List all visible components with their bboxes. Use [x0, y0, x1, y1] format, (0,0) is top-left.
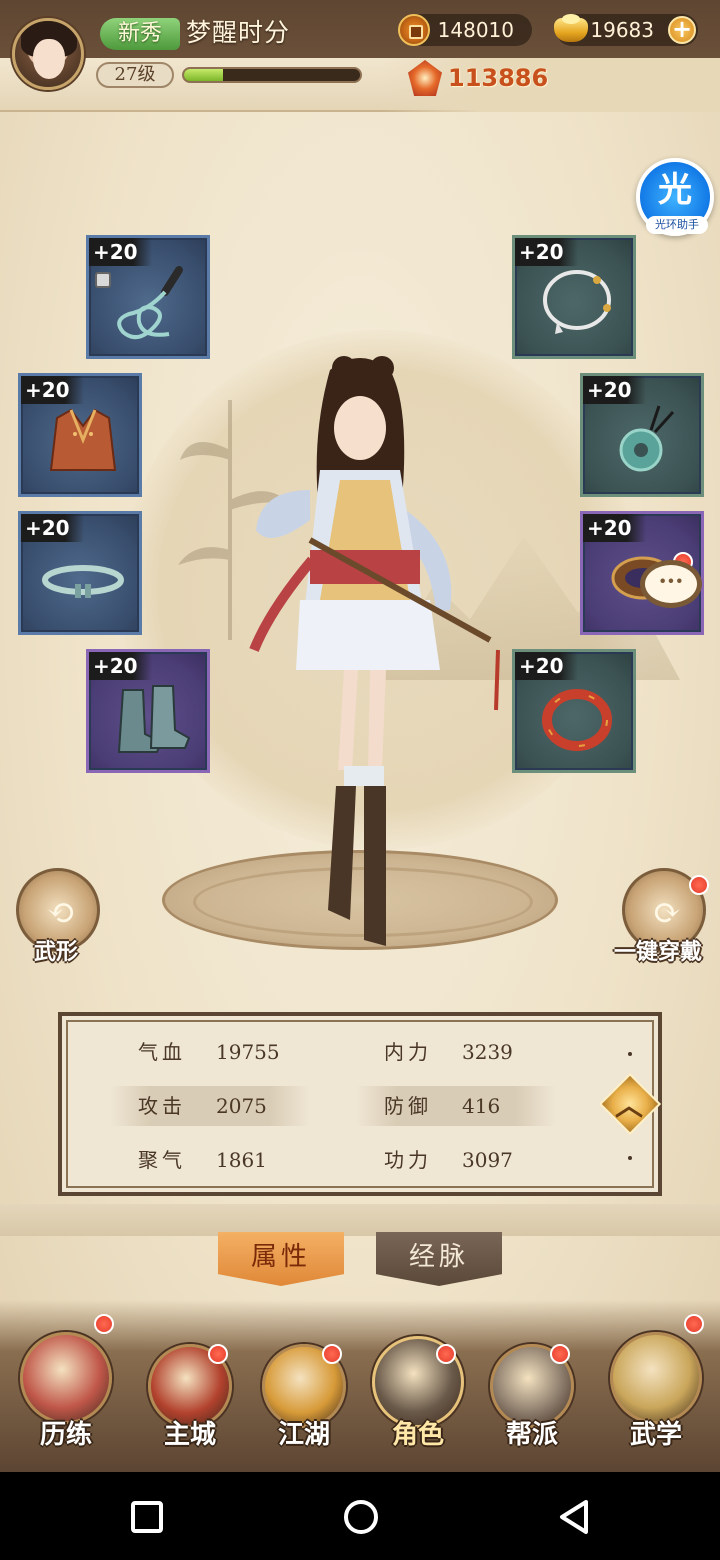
attribute-panel: 气血 19755 内力 3239 攻击 2075 防御 416 聚气 1861 — [58, 1012, 662, 1196]
nav-character[interactable]: 角色 — [358, 1300, 478, 1472]
stat-mastery: 功力 3097 — [384, 1148, 513, 1172]
notification-dot — [208, 1344, 228, 1364]
necklace-icon — [543, 270, 611, 334]
bottom-nav: 历练 主城 江湖 角色 帮派 武学 — [0, 1300, 720, 1472]
player-name: 梦醒时分 — [186, 18, 291, 47]
player-level: 27级 — [96, 62, 174, 88]
stat-hp: 气血 19755 — [138, 1040, 280, 1064]
stats-expand-button[interactable]: ︿ — [598, 1052, 662, 1162]
nav-main-city[interactable]: 主城 — [130, 1300, 250, 1472]
martial-form-label: 武形 — [34, 939, 79, 965]
recent-apps-icon[interactable] — [130, 1500, 164, 1534]
system-nav-bar — [0, 1472, 720, 1560]
rank-badge: 新秀 — [100, 18, 180, 50]
one-click-equip-label: 一键穿戴 — [614, 939, 703, 965]
assistant-button[interactable]: 光 光环助手 — [636, 158, 714, 236]
home-icon[interactable] — [342, 1498, 380, 1536]
equip-slot-boots[interactable]: +20 — [86, 649, 210, 773]
equip-slot-necklace[interactable]: +20 — [512, 235, 636, 359]
stat-row: 攻击 2075 防御 416 — [110, 1086, 610, 1126]
tab-attributes[interactable]: 属性 — [218, 1232, 344, 1286]
boots-icon — [117, 685, 191, 753]
belt-icon — [42, 565, 124, 598]
nav-martial-arts[interactable]: 武学 — [596, 1300, 716, 1472]
notification-dot — [436, 1344, 456, 1364]
equip-slot-whip[interactable]: +20 — [86, 235, 210, 359]
nav-guild[interactable]: 帮派 — [472, 1300, 592, 1472]
stat-row: 气血 19755 内力 3239 — [110, 1032, 610, 1072]
assistant-label: 光环助手 — [646, 216, 708, 234]
character-figure — [249, 356, 500, 946]
assistant-glyph: 光 — [658, 170, 692, 210]
training-icon — [20, 1332, 112, 1424]
add-gold-button[interactable]: + — [668, 16, 696, 44]
stat-defense: 防御 416 — [356, 1086, 556, 1126]
notification-dot — [684, 1314, 704, 1334]
whip-icon — [117, 266, 183, 340]
coins-display[interactable]: 148010 — [398, 14, 532, 46]
martial-form-icon: ⟲ — [46, 893, 76, 933]
scrolls-icon — [610, 1332, 702, 1424]
equip-slot-belt[interactable]: +20 — [18, 511, 142, 635]
stat-row: 聚气 1861 功力 3097 — [110, 1140, 610, 1180]
coins-value: 148010 — [437, 18, 514, 42]
chevron-up-icon: ︿ — [615, 1089, 644, 1122]
exp-bar-fill — [184, 69, 223, 81]
jade-pendant-icon — [619, 405, 675, 472]
combat-power-value: 113886 — [448, 64, 549, 92]
equip-slot-armor[interactable]: +20 — [18, 373, 142, 497]
bracelet-icon — [542, 689, 612, 751]
coin-icon — [398, 14, 430, 46]
gold-value: 19683 — [590, 18, 654, 42]
notification-dot — [322, 1344, 342, 1364]
gold-ingot-icon — [554, 14, 588, 42]
notification-dot — [550, 1344, 570, 1364]
stat-internal-power: 内力 3239 — [384, 1040, 513, 1064]
exp-bar — [182, 67, 362, 83]
tab-meridians[interactable]: 经脉 — [376, 1232, 502, 1286]
game-screen: 新秀 梦醒时分 27级 148010 19683 + 113886 光 光环助手… — [0, 0, 720, 1472]
armor-vest-icon — [49, 408, 117, 471]
chat-bubble-button[interactable]: ··· — [640, 560, 702, 608]
equip-slot-jade-pendant[interactable]: +20 — [580, 373, 704, 497]
armor-swap-icon: ⟳ — [652, 893, 682, 933]
equip-slot-bracelet[interactable]: +20 — [512, 649, 636, 773]
nav-jianghu[interactable]: 江湖 — [244, 1300, 364, 1472]
gold-display[interactable]: 19683 + — [554, 14, 698, 46]
notification-dot — [689, 875, 709, 895]
nav-training[interactable]: 历练 — [6, 1300, 126, 1472]
back-icon[interactable] — [556, 1498, 592, 1536]
notification-dot — [94, 1314, 114, 1334]
player-avatar[interactable] — [12, 18, 84, 90]
stat-attack: 攻击 2075 — [110, 1086, 310, 1126]
tab-strip — [0, 1204, 720, 1236]
stat-qi-gather: 聚气 1861 — [138, 1148, 267, 1172]
